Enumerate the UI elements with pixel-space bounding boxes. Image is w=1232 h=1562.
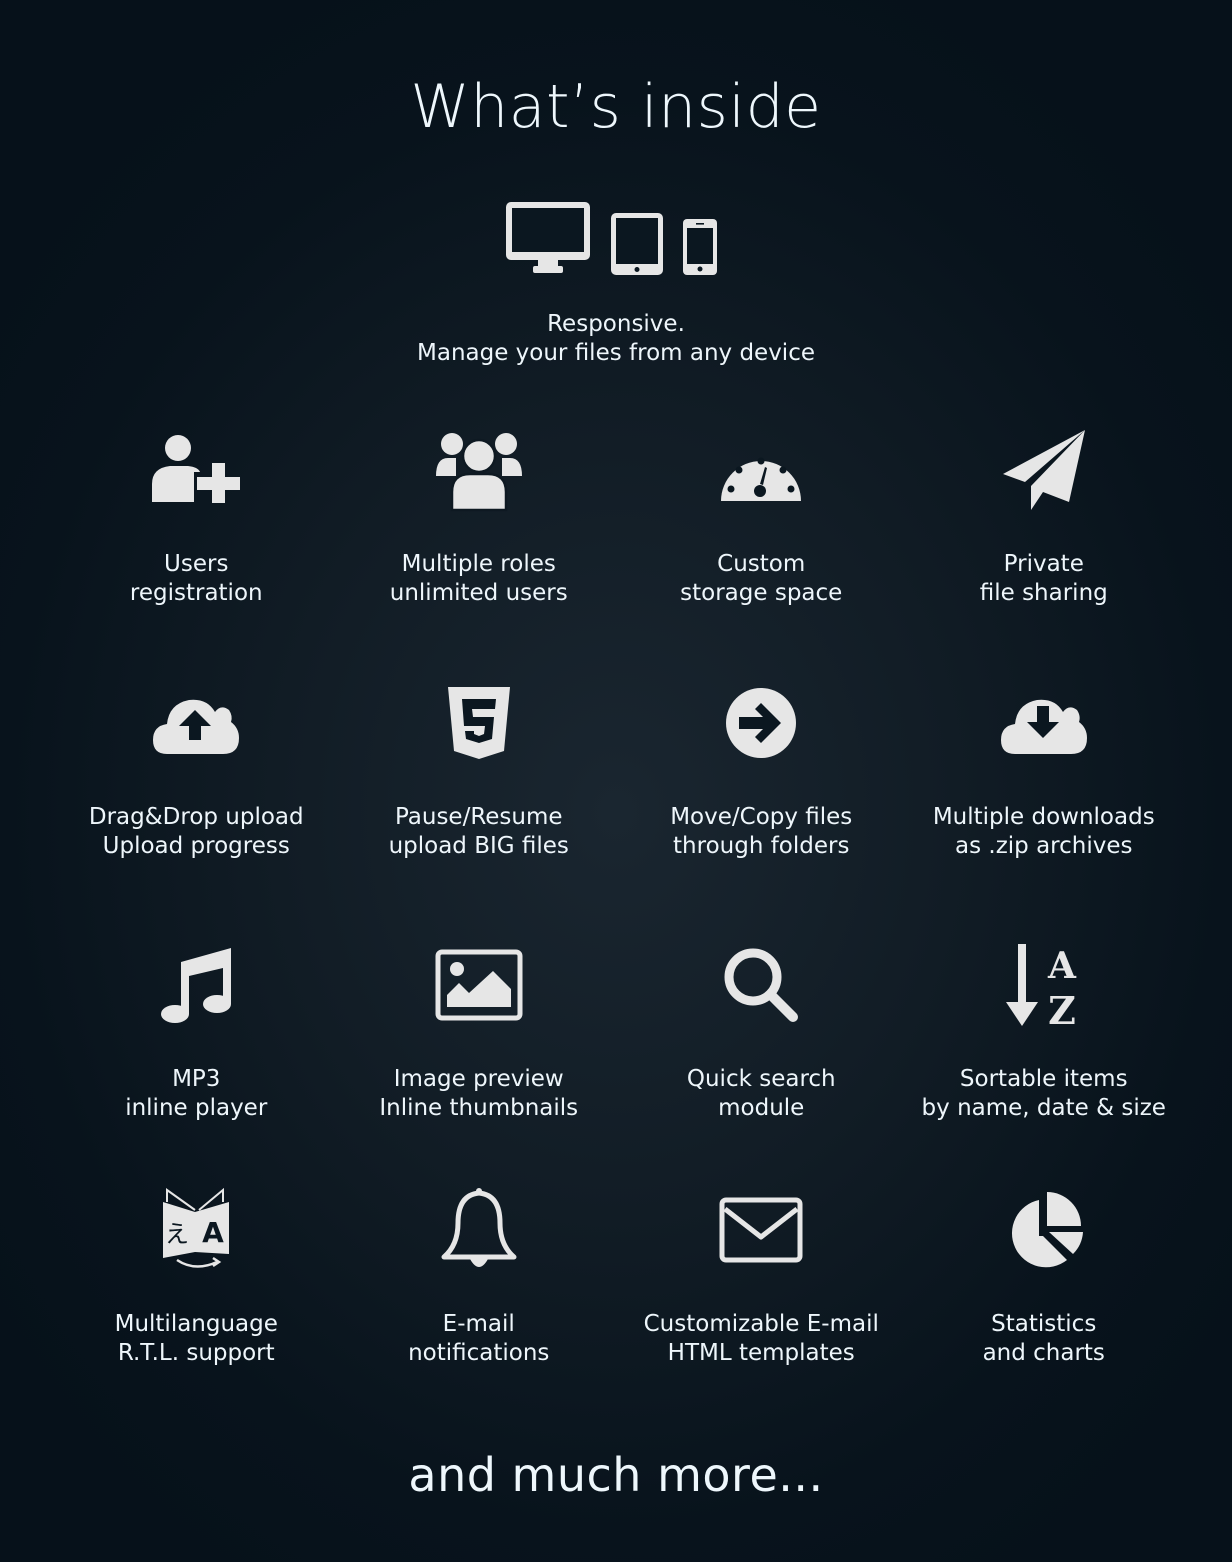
sort-alpha-icon: A Z [1004, 935, 1084, 1035]
feature-line2: module [718, 1095, 805, 1121]
footer-tagline: and much more... [408, 1448, 824, 1502]
feature-line1: Users [164, 551, 229, 577]
html5-icon [446, 673, 512, 773]
cloud-download-icon [999, 673, 1089, 773]
feature-custom-storage: Custom storage space [620, 420, 903, 673]
feature-line2: file sharing [979, 580, 1108, 606]
feature-multiple-roles: Multiple roles unlimited users [338, 420, 621, 673]
cloud-upload-icon [151, 673, 241, 773]
feature-line2: storage space [680, 580, 843, 606]
feature-quick-search: Quick search module [620, 935, 903, 1180]
feature-line1: Multiple roles [401, 551, 556, 577]
music-note-icon [159, 935, 233, 1035]
search-icon [721, 935, 801, 1035]
feature-line1: Customizable E-mail [643, 1311, 879, 1337]
feature-line1: Move/Copy files [670, 804, 853, 830]
svg-text:Z: Z [1048, 988, 1076, 1028]
svg-text:A: A [1047, 945, 1077, 987]
feature-drag-drop-upload: Drag&Drop upload Upload progress [55, 673, 338, 935]
feature-line2: inline player [125, 1095, 268, 1121]
feature-line2: notifications [408, 1340, 550, 1366]
feature-statistics: Statistics and charts [903, 1180, 1186, 1425]
svg-text:A: A [202, 1216, 224, 1249]
feature-mp3-player: MP3 inline player [55, 935, 338, 1180]
feature-line2: and charts [982, 1340, 1105, 1366]
feature-line2: HTML templates [667, 1340, 855, 1366]
feature-multiple-downloads: Multiple downloads as .zip archives [903, 673, 1186, 935]
image-icon [435, 935, 523, 1035]
feature-email-templates: Customizable E-mail HTML templates [620, 1180, 903, 1425]
translate-icon: え A [159, 1180, 233, 1280]
feature-line1: Sortable items [959, 1066, 1128, 1092]
feature-line1: Private [1003, 551, 1084, 577]
feature-image-preview: Image preview Inline thumbnails [338, 935, 621, 1180]
feature-line2: Inline thumbnails [379, 1095, 579, 1121]
feature-line2: Upload progress [102, 833, 290, 859]
page-title: What’s inside [410, 72, 822, 142]
dashboard-gauge-icon [719, 420, 803, 520]
feature-line1: E-mail [442, 1311, 515, 1337]
feature-line2: unlimited users [389, 580, 568, 606]
feature-line2: through folders [673, 833, 850, 859]
envelope-icon [719, 1180, 803, 1280]
feature-users-registration: Users registration [55, 420, 338, 673]
feature-line1: Pause/Resume [394, 804, 563, 830]
feature-line1: Custom [717, 551, 806, 577]
feature-multilanguage: え A Multilanguage R.T.L. support [55, 1180, 338, 1425]
feature-line1: Drag&Drop upload [88, 804, 304, 830]
responsive-section: Responsive. Manage your files from any d… [0, 200, 1232, 366]
bell-icon [440, 1180, 518, 1280]
device-icons [0, 200, 1232, 276]
feature-line2: upload BIG files [388, 833, 569, 859]
feature-private-sharing: Private file sharing [903, 420, 1186, 673]
feature-line2: by name, date & size [921, 1095, 1166, 1121]
feature-email-notifications: E-mail notifications [338, 1180, 621, 1425]
feature-line2: as .zip archives [955, 833, 1133, 859]
feature-line2: R.T.L. support [117, 1340, 275, 1366]
desktop-icon [504, 200, 592, 276]
responsive-subtitle: Manage your files from any device [417, 340, 815, 366]
feature-line1: Quick search [686, 1066, 836, 1092]
feature-pause-resume: Pause/Resume upload BIG files [338, 673, 621, 935]
feature-grid: Users registration Multiple roles unlimi… [55, 420, 1185, 1425]
feature-line1: Statistics [991, 1311, 1097, 1337]
feature-line2: registration [129, 580, 263, 606]
responsive-title: Responsive. [547, 311, 685, 337]
phone-icon [682, 218, 718, 276]
pie-chart-icon [1003, 1180, 1085, 1280]
users-group-icon [434, 420, 524, 520]
feature-line1: Multilanguage [114, 1311, 278, 1337]
user-plus-icon [148, 420, 244, 520]
arrow-circle-right-icon [725, 673, 797, 773]
paper-plane-icon [1001, 420, 1087, 520]
svg-text:え: え [165, 1220, 189, 1248]
tablet-icon [610, 212, 664, 276]
feature-move-copy: Move/Copy files through folders [620, 673, 903, 935]
feature-line1: Image preview [393, 1066, 564, 1092]
feature-sortable-items: A Z Sortable items by name, date & size [903, 935, 1186, 1180]
feature-line1: Multiple downloads [932, 804, 1155, 830]
feature-line1: MP3 [172, 1066, 221, 1092]
